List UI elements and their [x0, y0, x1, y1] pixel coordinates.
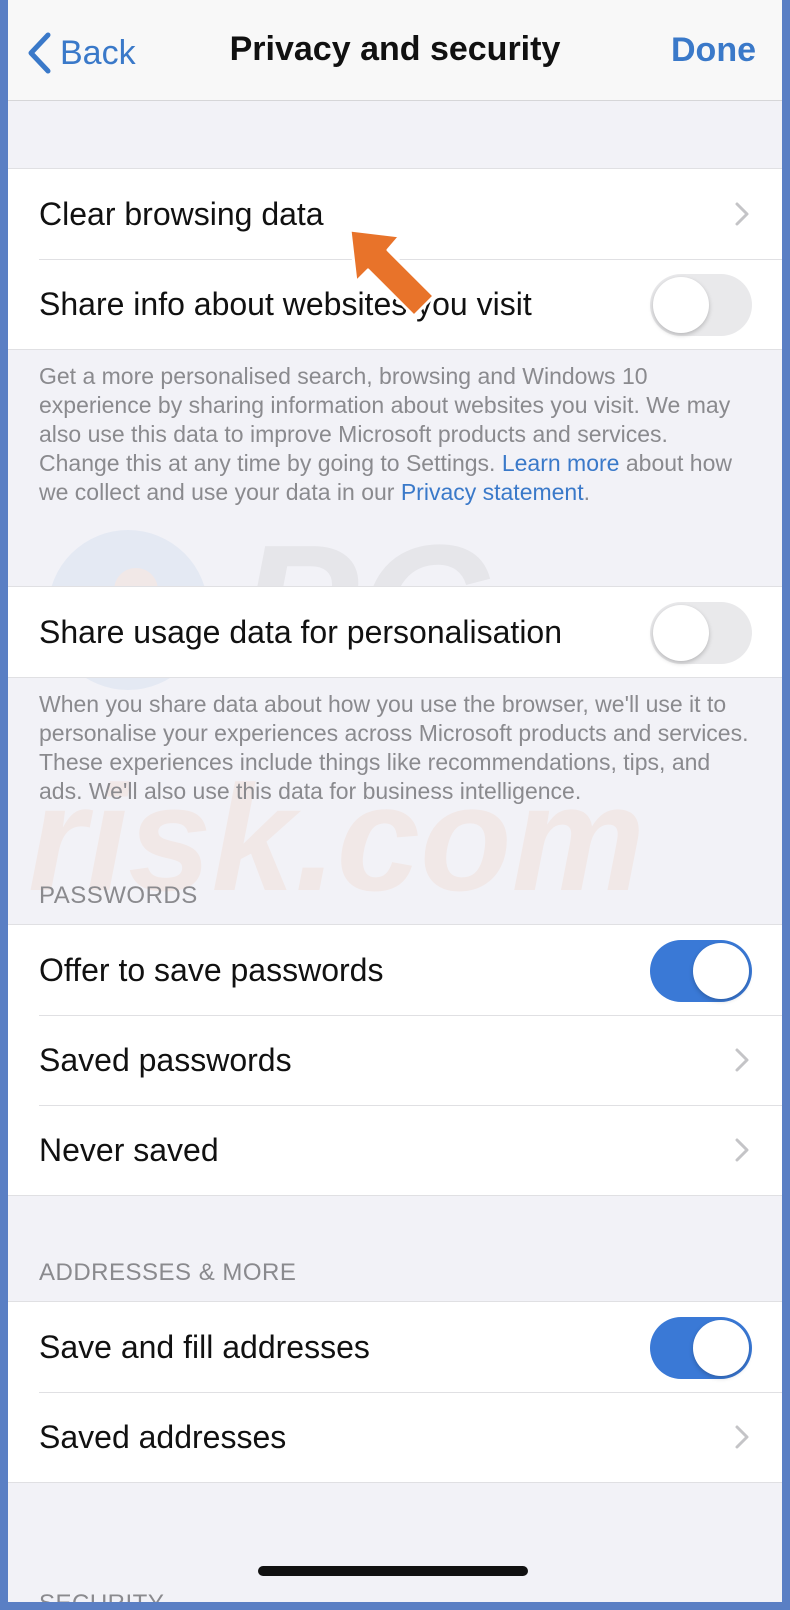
share-info-row: Share info about websites you visit	[8, 259, 782, 349]
privacy-statement-link[interactable]: Privacy statement	[401, 479, 584, 505]
navigation-bar: Back Privacy and security Done	[8, 0, 782, 101]
never-saved-row[interactable]: Never saved	[8, 1105, 782, 1195]
share-usage-label: Share usage data for personalisation	[39, 613, 563, 650]
learn-more-link[interactable]: Learn more	[502, 450, 620, 476]
share-usage-toggle[interactable]	[650, 602, 752, 664]
save-fill-addresses-row: Save and fill addresses	[8, 1302, 782, 1392]
share-info-toggle[interactable]	[650, 274, 752, 336]
share-info-description: Get a more personalised search, browsing…	[39, 362, 751, 507]
description-end: .	[583, 479, 591, 505]
saved-addresses-row[interactable]: Saved addresses	[8, 1392, 782, 1482]
addresses-section-header: ADDRESSES & MORE	[39, 1259, 297, 1286]
share-usage-description: When you share data about how you use th…	[39, 691, 749, 804]
never-saved-label: Never saved	[39, 1131, 219, 1168]
toggle-knob	[653, 277, 709, 333]
chevron-right-icon	[735, 202, 749, 226]
clear-browsing-data-label: Clear browsing data	[39, 195, 324, 232]
saved-passwords-row[interactable]: Saved passwords	[8, 1015, 782, 1105]
chevron-right-icon	[735, 1048, 749, 1072]
share-usage-row: Share usage data for personalisation	[8, 587, 782, 677]
done-button[interactable]: Done	[671, 31, 756, 70]
addresses-group: Save and fill addresses Saved addresses	[8, 1301, 782, 1483]
share-info-label: Share info about websites you visit	[39, 285, 532, 322]
save-fill-addresses-toggle[interactable]	[650, 1317, 752, 1379]
chevron-right-icon	[735, 1425, 749, 1449]
browsing-group: Clear browsing data Share info about web…	[8, 168, 782, 350]
saved-addresses-label: Saved addresses	[39, 1418, 287, 1455]
toggle-knob	[693, 943, 749, 999]
usage-group: Share usage data for personalisation	[8, 586, 782, 678]
saved-passwords-label: Saved passwords	[39, 1041, 292, 1078]
toggle-knob	[653, 605, 709, 661]
offer-save-passwords-label: Offer to save passwords	[39, 951, 384, 988]
page-title: Privacy and security	[229, 30, 561, 68]
home-indicator[interactable]	[258, 1566, 528, 1576]
toggle-knob	[693, 1320, 749, 1376]
offer-save-passwords-row: Offer to save passwords	[8, 925, 782, 1015]
screen: PC risk.com Back Privacy and security Do…	[8, 0, 782, 1602]
passwords-section-header: PASSWORDS	[39, 882, 198, 909]
chevron-right-icon	[735, 1138, 749, 1162]
security-section-header: SECURITY	[39, 1590, 164, 1602]
passwords-group: Offer to save passwords Saved passwords …	[8, 924, 782, 1196]
save-fill-addresses-label: Save and fill addresses	[39, 1328, 370, 1365]
clear-browsing-data-row[interactable]: Clear browsing data	[8, 169, 782, 259]
offer-save-passwords-toggle[interactable]	[650, 940, 752, 1002]
